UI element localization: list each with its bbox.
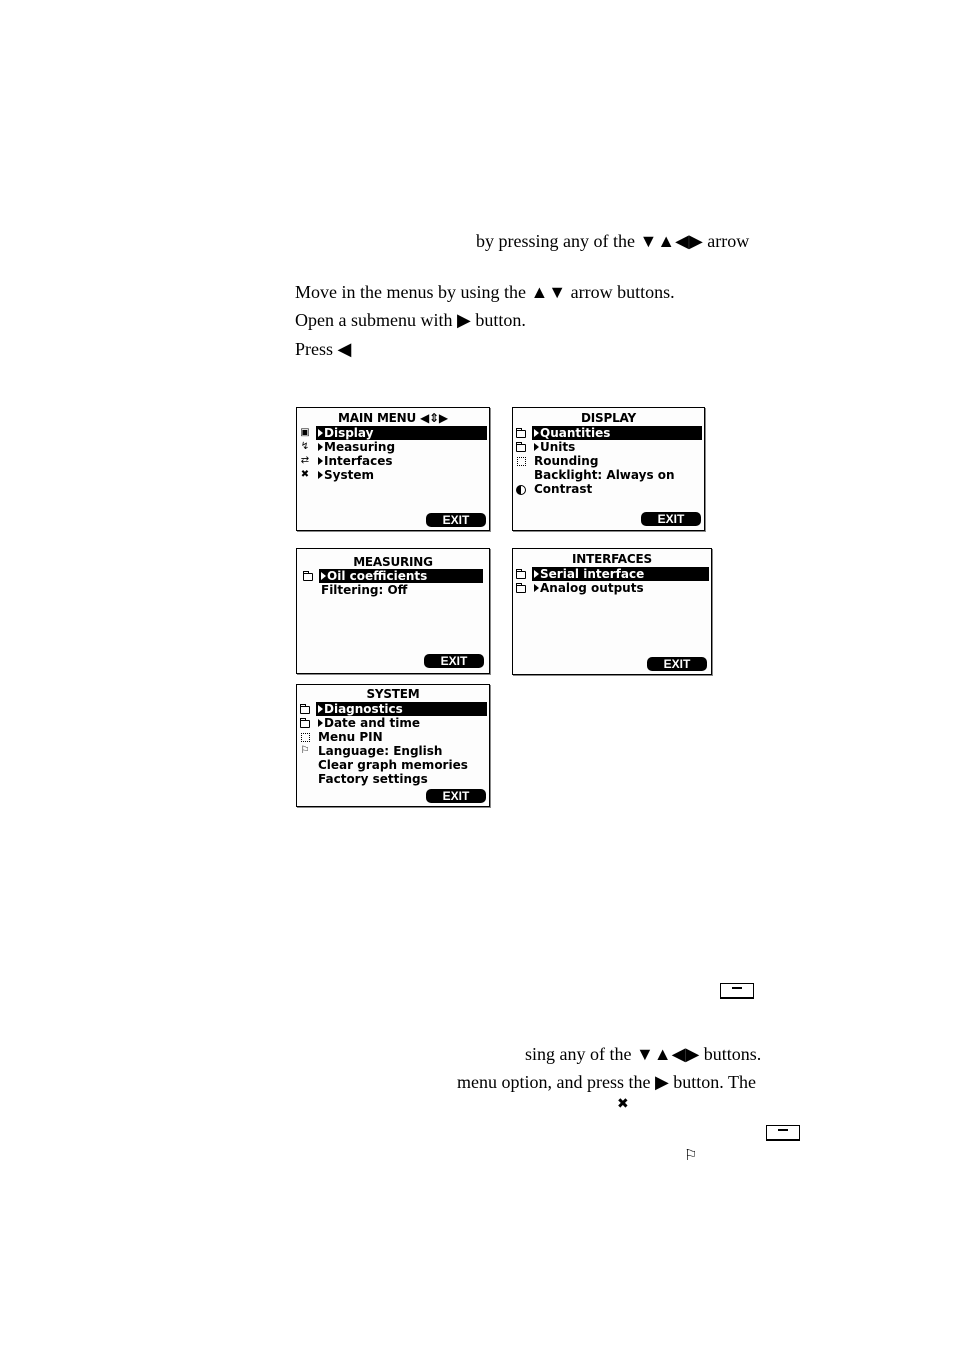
menu-item-label: Clear graph memories — [318, 758, 468, 772]
folder-icon — [516, 441, 526, 453]
folder-icon — [516, 427, 526, 439]
caret-right-icon — [318, 719, 323, 727]
menu-item-label: Oil coefficients — [327, 569, 428, 583]
exit-button[interactable]: EXIT — [641, 512, 701, 526]
menu-item-rounding[interactable]: Rounding — [513, 454, 704, 468]
menu-item-label: Backlight: Always on — [534, 468, 675, 482]
menu-item-interfaces[interactable]: ⇄ Interfaces — [297, 454, 489, 468]
function-key-icon — [766, 1125, 800, 1141]
text-line-arrow-keys: by pressing any of the ▼▲◀▶ arrow — [476, 231, 750, 251]
flag-icon: ⚐ — [684, 1146, 698, 1164]
menu-item-clear-graph-memories[interactable]: Clear graph memories — [297, 758, 489, 772]
function-key-icon — [720, 983, 754, 999]
menu-item-date-and-time[interactable]: Date and time — [297, 716, 489, 730]
menu-item-label: Date and time — [324, 716, 421, 730]
folder-icon — [300, 703, 310, 715]
menu-item-units[interactable]: Units — [513, 440, 704, 454]
wrench-icon: ✖ — [300, 469, 310, 480]
menu-item-menu-pin[interactable]: Menu PIN — [297, 730, 489, 744]
menu-item-filtering[interactable]: Filtering: Off — [297, 583, 489, 597]
menu-item-measuring[interactable]: ↯ Measuring — [297, 440, 489, 454]
caret-right-icon — [318, 429, 323, 437]
exit-button[interactable]: EXIT — [647, 657, 707, 671]
menu-item-backlight[interactable]: Backlight: Always on — [513, 468, 704, 482]
folder-icon — [300, 717, 310, 729]
menu-item-label: Display — [324, 426, 374, 440]
menu-item-oil-coefficients[interactable]: Oil coefficients — [297, 569, 489, 583]
caret-right-icon — [534, 570, 539, 578]
text-line-move-menus: Move in the menus by using the ▲▼ arrow … — [295, 282, 675, 302]
screen-display: DISPLAY Quantities Units Rounding Backli… — [512, 407, 705, 531]
menu-item-serial-interface[interactable]: Serial interface — [513, 567, 711, 581]
menu-item-analog-outputs[interactable]: Analog outputs — [513, 581, 711, 595]
exit-button[interactable]: EXIT — [424, 654, 484, 668]
screen-interfaces: INTERFACES Serial interface Analog outpu… — [512, 548, 712, 675]
menu-item-label: Rounding — [534, 454, 599, 468]
caret-right-icon — [318, 471, 323, 479]
menu-item-display[interactable]: ▣ Display — [297, 426, 489, 440]
wrench-icon: ✖ — [617, 1096, 629, 1112]
contrast-icon — [516, 483, 526, 495]
screen-system: SYSTEM Diagnostics Date and time Menu PI… — [296, 684, 490, 807]
menu-item-label: Menu PIN — [318, 730, 383, 744]
menu-item-label: System — [324, 468, 374, 482]
display-icon: ▣ — [300, 427, 310, 438]
menu-item-quantities[interactable]: Quantities — [513, 426, 704, 440]
screen-title: DISPLAY — [581, 411, 636, 425]
interfaces-icon: ⇄ — [300, 455, 310, 466]
menu-item-system[interactable]: ✖ System — [297, 468, 489, 482]
screen-measuring: MEASURING Oil coefficients Filtering: Of… — [296, 548, 490, 674]
menu-item-label: Filtering: Off — [321, 583, 408, 597]
flag-icon: ⚐ — [300, 745, 310, 756]
caret-right-icon — [321, 572, 326, 580]
caret-right-icon — [534, 584, 539, 592]
dotted-box-icon — [516, 455, 526, 467]
text-line-arrow-buttons: sing any of the ▼▲◀▶ buttons. — [525, 1044, 762, 1064]
exit-button[interactable]: EXIT — [426, 789, 486, 803]
menu-item-label: Contrast — [534, 482, 593, 496]
menu-item-language[interactable]: ⚐ Language: English — [297, 744, 489, 758]
menu-item-label: Factory settings — [318, 772, 428, 786]
folder-icon — [516, 568, 526, 580]
menu-item-diagnostics[interactable]: Diagnostics — [297, 702, 489, 716]
caret-right-icon — [318, 705, 323, 713]
menu-item-label: Language: English — [318, 744, 443, 758]
menu-item-label: Interfaces — [324, 454, 393, 468]
text-line-press-back: Press ◀ — [295, 339, 352, 359]
screen-title: MAIN MENU ◀⇕▶ — [338, 411, 448, 425]
text-line-menu-option: menu option, and press the ▶ button. The — [457, 1072, 756, 1092]
menu-item-label: Units — [540, 440, 576, 454]
menu-item-label: Quantities — [540, 426, 611, 440]
folder-icon — [303, 570, 313, 582]
measuring-icon: ↯ — [300, 441, 310, 452]
screen-title: SYSTEM — [366, 687, 420, 701]
menu-item-label: Diagnostics — [324, 702, 403, 716]
menu-item-factory-settings[interactable]: Factory settings — [297, 772, 489, 786]
screen-main-menu: MAIN MENU ◀⇕▶ ▣ Display ↯ Measuring ⇄ In… — [296, 407, 490, 531]
menu-item-label: Serial interface — [540, 567, 645, 581]
menu-item-contrast[interactable]: Contrast — [513, 482, 704, 496]
dotted-box-icon — [300, 731, 310, 743]
text-line-open-submenu: Open a submenu with ▶ button. — [295, 310, 526, 330]
screen-title: INTERFACES — [572, 552, 652, 566]
caret-right-icon — [534, 429, 539, 437]
caret-right-icon — [534, 443, 539, 451]
caret-right-icon — [318, 457, 323, 465]
folder-icon — [516, 582, 526, 594]
caret-right-icon — [318, 443, 323, 451]
menu-item-label: Measuring — [324, 440, 396, 454]
screen-title: MEASURING — [353, 555, 433, 569]
menu-item-label: Analog outputs — [540, 581, 644, 595]
exit-button[interactable]: EXIT — [426, 513, 486, 527]
